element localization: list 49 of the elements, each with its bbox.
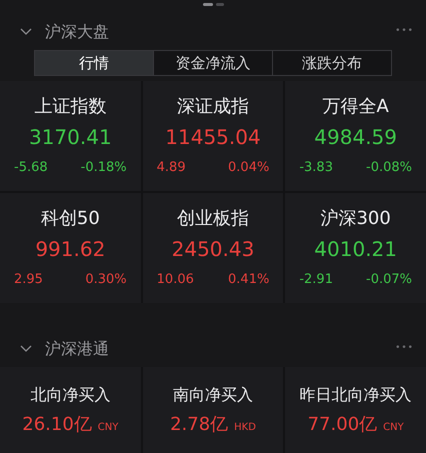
tab[interactable]: 资金净流入	[153, 51, 272, 75]
change-value: -2.91	[299, 271, 333, 289]
change-value: 4.89	[156, 159, 186, 177]
change-value: -5.68	[14, 159, 48, 177]
index-card[interactable]: 沪深300 4010.21 -2.91 -0.07%	[285, 193, 426, 303]
chevron-down-icon[interactable]	[20, 28, 32, 36]
chevron-down-icon[interactable]	[20, 345, 32, 353]
index-name: 沪深300	[320, 207, 391, 231]
index-name: 上证指数	[34, 95, 106, 119]
index-value: 2450.43	[172, 236, 254, 263]
change-percent: 0.04%	[228, 159, 270, 177]
index-value: 4984.59	[314, 124, 398, 151]
flow-value: 26.10亿	[22, 413, 92, 437]
flow-name: 昨日北向净买入	[300, 384, 412, 406]
change-percent: -0.08%	[366, 159, 412, 177]
index-name: 创业板指	[176, 207, 249, 231]
tab[interactable]: 行情	[35, 51, 153, 75]
section-title: 沪深港通	[45, 338, 109, 360]
currency-label: HKD	[234, 421, 256, 435]
index-name: 深证成指	[176, 95, 249, 119]
flow-value: 77.00亿	[308, 413, 378, 437]
change-percent: 0.41%	[228, 271, 270, 289]
change-value: 2.95	[14, 271, 43, 289]
flow-card[interactable]: 南向净买入 2.78亿 HKD	[142, 367, 284, 453]
change-value: -3.83	[299, 159, 333, 177]
change-percent: -0.07%	[366, 271, 412, 289]
change-value: 10.06	[156, 271, 194, 289]
index-card[interactable]: 科创50 991.62 2.95 0.30%	[0, 193, 141, 303]
flow-card[interactable]: 昨日北向净买入 77.00亿 CNY	[285, 367, 426, 453]
index-name: 科创50	[40, 207, 100, 231]
tab[interactable]: 涨跌分布	[272, 51, 391, 75]
index-value: 3170.41	[28, 124, 112, 151]
change-percent: 0.30%	[85, 271, 127, 289]
index-card[interactable]: 深证成指 11455.04 4.89 0.04%	[142, 81, 284, 191]
index-name: 万得全A	[322, 95, 389, 119]
flow-value: 2.78亿	[170, 413, 228, 437]
index-value: 11455.04	[165, 124, 261, 151]
index-card[interactable]: 万得全A 4984.59 -3.83 -0.08%	[285, 81, 426, 191]
index-card[interactable]: 创业板指 2450.43 10.06 0.41%	[142, 193, 284, 303]
section-title: 沪深大盘	[45, 21, 109, 43]
flow-name: 南向净买入	[172, 384, 253, 406]
flow-name: 北向净买入	[30, 384, 110, 406]
flow-card[interactable]: 北向净买入 26.10亿 CNY	[0, 367, 141, 453]
index-value: 4010.21	[314, 236, 398, 263]
index-card[interactable]: 上证指数 3170.41 -5.68 -0.18%	[0, 81, 141, 191]
currency-label: CNY	[98, 421, 118, 435]
change-percent: -0.18%	[80, 159, 127, 177]
index-value: 991.62	[35, 236, 106, 263]
currency-label: CNY	[383, 421, 404, 435]
